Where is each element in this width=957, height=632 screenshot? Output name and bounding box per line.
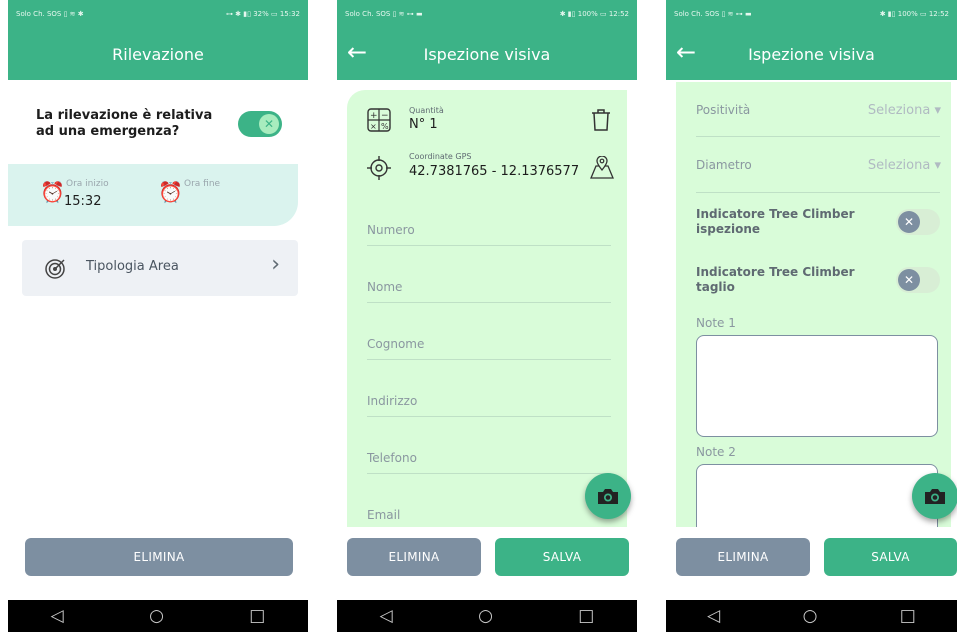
end-time-label: Ora fine <box>184 179 221 189</box>
quantity-value: N° 1 <box>409 117 438 132</box>
nav-home-icon[interactable]: ○ <box>478 606 493 626</box>
nav-back-icon[interactable]: ◁ <box>707 606 720 626</box>
nav-home-icon[interactable]: ○ <box>149 606 164 626</box>
screen-rilevazione: Solo Ch. SOS ▯ ≋ ✱ ⊶ ✱ ▮▯ 32% ▭ 15:32 Ri… <box>8 0 308 632</box>
telefono-placeholder: Telefono <box>367 451 417 465</box>
page-title: Ispezione visiva <box>748 44 875 64</box>
status-right: ✱ ▮▯ 100% ▭ 12:52 <box>559 10 629 18</box>
quantity-label: Quantità <box>409 106 444 115</box>
inspection-form: + − × % Quantità N° 1 Coordinate GPS 42.… <box>347 90 627 527</box>
note1-label: Note 1 <box>696 316 736 330</box>
positivity-select[interactable]: Seleziona ▾ <box>868 103 941 118</box>
emergency-toggle[interactable]: ✕ <box>238 111 282 137</box>
app-bar: Rilevazione <box>8 28 308 80</box>
tc-cut-toggle[interactable]: ✕ <box>896 267 940 293</box>
tc-inspection-toggle[interactable]: ✕ <box>896 209 940 235</box>
camera-icon <box>925 489 945 504</box>
system-nav-bar: ◁ ○ □ <box>666 600 957 632</box>
back-arrow-icon[interactable]: ← <box>347 40 367 64</box>
screen-ispezione-2: Solo Ch. SOS ▯ ≋ ⊶ ▬ ✱ ▮▯ 100% ▭ 12:52 ←… <box>666 0 957 632</box>
note2-textarea[interactable] <box>696 464 938 527</box>
camera-button[interactable] <box>912 473 957 519</box>
nav-back-icon[interactable]: ◁ <box>51 606 64 626</box>
note1-textarea[interactable] <box>696 335 938 437</box>
cognome-field[interactable]: Cognome <box>367 314 611 360</box>
nav-back-icon[interactable]: ◁ <box>380 606 393 626</box>
gps-value: 42.7381765 - 12.1376577 <box>409 164 580 179</box>
nav-recent-icon[interactable]: □ <box>249 606 265 626</box>
status-left: Solo Ch. SOS ▯ ≋ ✱ <box>16 10 84 18</box>
email-field[interactable]: Email <box>367 485 611 527</box>
svg-text:×: × <box>370 122 377 131</box>
check-icon: ✕ <box>259 114 279 134</box>
delete-button[interactable]: ELIMINA <box>676 538 810 576</box>
nav-home-icon[interactable]: ○ <box>803 606 818 626</box>
svg-text:+: + <box>370 111 378 121</box>
svg-text:−: − <box>381 111 389 121</box>
nav-recent-icon[interactable]: □ <box>900 606 916 626</box>
diameter-label: Diametro <box>696 158 752 172</box>
delete-button[interactable]: ELIMINA <box>347 538 481 576</box>
status-left: Solo Ch. SOS ▯ ≋ ⊶ ▬ <box>674 10 752 18</box>
nav-recent-icon[interactable]: □ <box>578 606 594 626</box>
emergency-question: La rilevazione è relativa ad una emergen… <box>36 108 213 139</box>
diameter-select[interactable]: Seleziona ▾ <box>868 158 941 173</box>
alarm-clock-icon: ⏰ <box>40 180 65 204</box>
crosshair-icon <box>367 156 391 180</box>
divider <box>696 136 940 137</box>
app-bar: ← Ispezione visiva <box>337 28 637 80</box>
map-pin-icon[interactable] <box>589 156 615 180</box>
target-icon <box>45 259 65 279</box>
tc-inspection-label: Indicatore Tree Climber ispezione <box>696 207 855 236</box>
save-button[interactable]: SALVA <box>495 538 629 576</box>
email-placeholder: Email <box>367 508 401 522</box>
status-bar: Solo Ch. SOS ▯ ≋ ⊶ ▬ ✱ ▮▯ 100% ▭ 12:52 <box>337 0 637 28</box>
area-type-label: Tipologia Area <box>86 259 179 274</box>
delete-button[interactable]: ELIMINA <box>25 538 293 576</box>
numero-field[interactable]: Numero <box>367 200 611 246</box>
page-title: Ispezione visiva <box>423 44 551 64</box>
gps-label: Coordinate GPS <box>409 152 472 161</box>
start-time-label: Ora inizio <box>66 179 109 189</box>
status-bar: Solo Ch. SOS ▯ ≋ ✱ ⊶ ✱ ▮▯ 32% ▭ 15:32 <box>8 0 308 28</box>
status-right: ⊶ ✱ ▮▯ 32% ▭ 15:32 <box>225 10 300 18</box>
svg-text:%: % <box>381 122 389 131</box>
page-title: Rilevazione <box>112 44 204 64</box>
chevron-right-icon: › <box>271 252 280 277</box>
camera-button[interactable] <box>585 473 631 519</box>
camera-icon <box>598 489 618 504</box>
alarm-clock-icon: ⏰ <box>158 180 183 204</box>
numero-placeholder: Numero <box>367 223 415 237</box>
nome-placeholder: Nome <box>367 280 403 294</box>
nome-field[interactable]: Nome <box>367 257 611 303</box>
save-button[interactable]: SALVA <box>824 538 957 576</box>
telefono-field[interactable]: Telefono <box>367 428 611 474</box>
system-nav-bar: ◁ ○ □ <box>8 600 308 632</box>
trash-icon[interactable] <box>591 108 611 132</box>
close-icon: ✕ <box>898 269 920 291</box>
indirizzo-field[interactable]: Indirizzo <box>367 371 611 417</box>
positivity-label: Positività <box>696 103 751 117</box>
tc-cut-label: Indicatore Tree Climber taglio <box>696 265 855 294</box>
time-box: ⏰ Ora inizio 15:32 ⏰ Ora fine <box>8 164 298 226</box>
area-type-row[interactable]: Tipologia Area › <box>22 240 298 296</box>
status-right: ✱ ▮▯ 100% ▭ 12:52 <box>879 10 949 18</box>
close-icon: ✕ <box>898 211 920 233</box>
inspection-form-continued: Positività Seleziona ▾ Diametro Selezion… <box>676 82 951 527</box>
divider <box>696 192 940 193</box>
note2-label: Note 2 <box>696 445 736 459</box>
start-time-value[interactable]: 15:32 <box>64 194 101 209</box>
app-bar: ← Ispezione visiva <box>666 28 957 80</box>
status-left: Solo Ch. SOS ▯ ≋ ⊶ ▬ <box>345 10 423 18</box>
system-nav-bar: ◁ ○ □ <box>337 600 637 632</box>
status-bar: Solo Ch. SOS ▯ ≋ ⊶ ▬ ✱ ▮▯ 100% ▭ 12:52 <box>666 0 957 28</box>
cognome-placeholder: Cognome <box>367 337 425 351</box>
indirizzo-placeholder: Indirizzo <box>367 394 418 408</box>
back-arrow-icon[interactable]: ← <box>676 40 696 64</box>
calculator-icon: + − × % <box>367 108 391 132</box>
screen-ispezione-1: Solo Ch. SOS ▯ ≋ ⊶ ▬ ✱ ▮▯ 100% ▭ 12:52 ←… <box>337 0 637 632</box>
